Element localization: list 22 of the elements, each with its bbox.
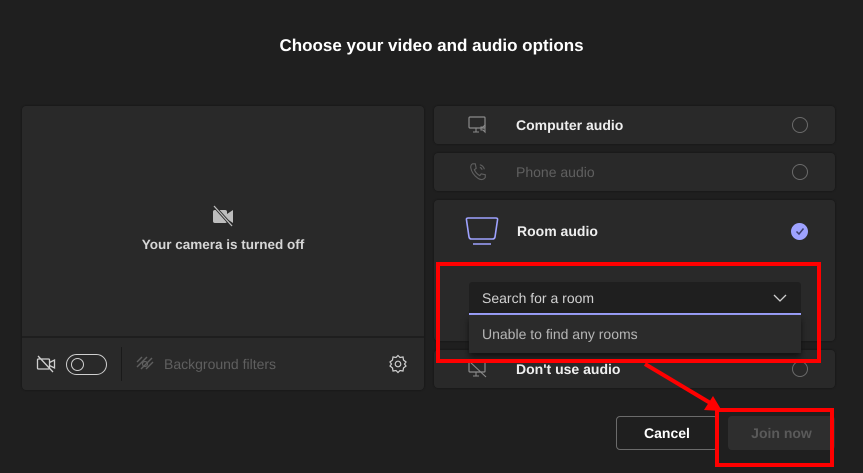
dialog-title: Choose your video and audio options: [278, 36, 585, 56]
monitor-off-icon: [468, 360, 488, 378]
audio-option-label: Computer audio: [516, 117, 624, 133]
monitor-speaker-icon: [468, 116, 488, 134]
camera-toggle[interactable]: [66, 354, 107, 374]
settings-icon[interactable]: [388, 354, 408, 374]
room-device-icon: [464, 215, 500, 247]
room-search-field[interactable]: Search for a room: [469, 282, 801, 315]
background-filter-icon: [136, 356, 154, 372]
camera-status-message: Your camera is turned off: [142, 236, 304, 252]
audio-option-label: Don't use audio: [516, 361, 622, 377]
chevron-down-icon: [773, 294, 787, 302]
check-circle-icon[interactable]: [791, 222, 808, 240]
radio-button[interactable]: [792, 361, 808, 377]
audio-option-label: Room audio: [517, 223, 599, 239]
radio-button[interactable]: [792, 117, 808, 133]
camera-off-icon: [36, 355, 56, 373]
cancel-button[interactable]: Cancel: [616, 416, 718, 450]
no-results-message: Unable to find any rooms: [482, 326, 638, 342]
phone-icon: [468, 161, 488, 183]
audio-option[interactable]: Computer audio: [434, 106, 835, 144]
camera-off-icon: [211, 204, 235, 226]
